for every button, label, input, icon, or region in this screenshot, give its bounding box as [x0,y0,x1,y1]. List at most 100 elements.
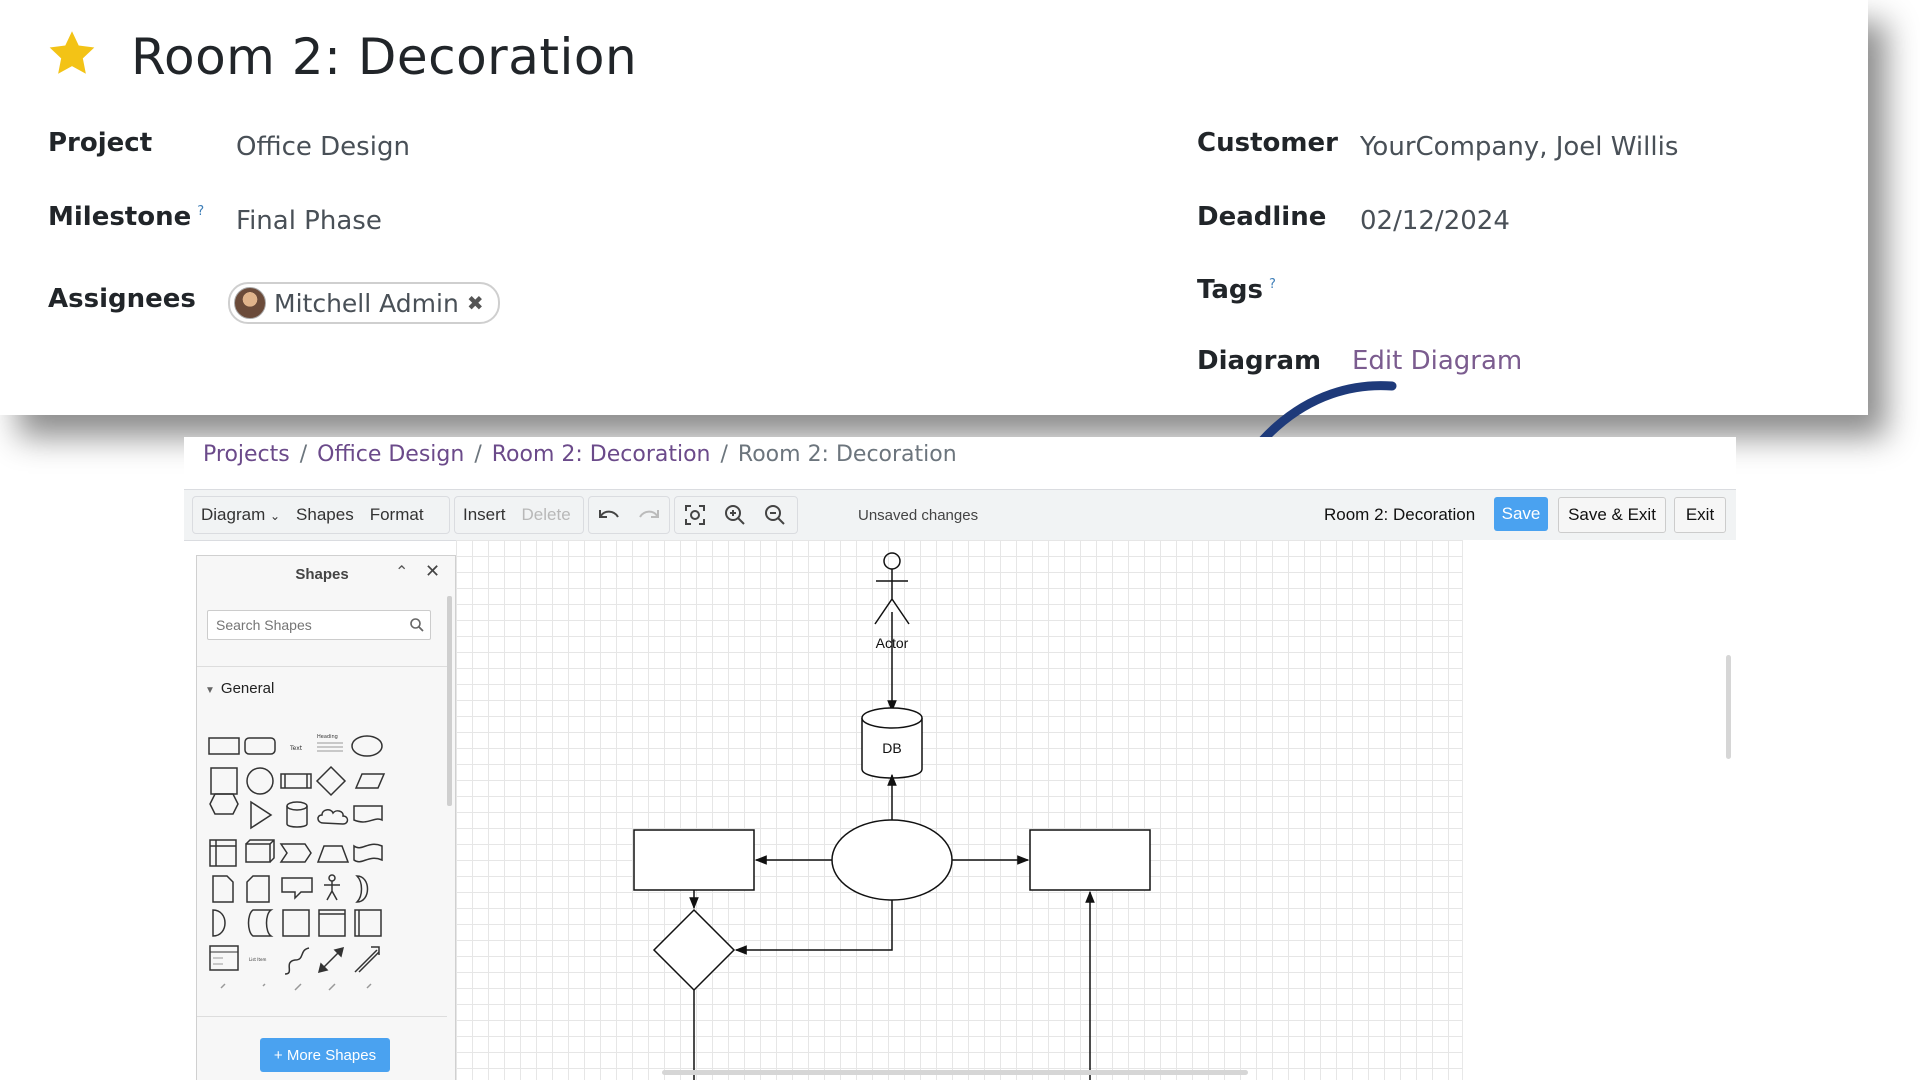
shape-heading[interactable]: Heading [317,734,343,752]
more-shapes-button[interactable]: + More Shapes [260,1038,390,1072]
shape-parallelogram[interactable] [354,773,386,789]
shape-swimlane[interactable] [354,909,382,937]
shape-or[interactable] [355,875,369,903]
horizontal-scrollbar[interactable] [662,1070,1248,1075]
diagram-name[interactable]: Room 2: Decoration [1324,505,1475,525]
shape-callout[interactable] [281,877,313,900]
search-icon[interactable] [409,617,425,633]
diagram-menu-label: Diagram [201,505,266,524]
close-icon[interactable]: ✕ [425,561,440,582]
breadcrumb-projects[interactable]: Projects [203,442,290,467]
shape-data-storage[interactable] [247,909,274,937]
shape-bidirectional-arrow[interactable] [317,946,345,974]
shape-rounded-rectangle[interactable] [244,737,276,755]
diagram-drawing: Actor DB [633,552,1151,1080]
shapes-panel-title: Shapes [295,566,349,583]
tags-label-text: Tags [1197,275,1264,305]
save-button[interactable]: Save [1494,497,1548,531]
shape-document[interactable] [353,805,383,823]
customer-value[interactable]: YourCompany, Joel Willis [1360,132,1678,162]
diagram-canvas[interactable]: Actor DB [456,540,1462,1080]
diagram-left-rectangle[interactable] [633,829,755,891]
search-shapes-input[interactable] [207,610,431,640]
breadcrumb-separator: / [299,442,308,467]
deadline-value[interactable]: 02/12/2024 [1360,206,1510,236]
shape-text[interactable]: Text [289,745,303,752]
insert-button[interactable]: Insert [455,505,514,525]
connector-ellipse-diamond[interactable] [734,900,893,955]
shape-container[interactable] [318,909,346,937]
undo-icon[interactable] [595,501,623,529]
breadcrumb-task[interactable]: Room 2: Decoration [492,442,711,467]
shape-process[interactable] [280,773,312,789]
shape-triangle[interactable] [250,800,273,830]
menu-group: Diagram ⌄ Shapes Format [192,496,450,534]
star-icon[interactable] [46,28,98,80]
shape-tape[interactable] [353,843,383,863]
category-general[interactable]: ▼ General [205,680,274,697]
delete-button[interactable]: Delete [514,505,579,525]
task-title[interactable]: Room 2: Decoration [131,28,637,86]
tags-label: Tags? [1197,275,1276,305]
shape-diamond[interactable] [315,765,347,797]
shape-hexagon[interactable] [209,793,239,815]
zoom-group [674,496,798,534]
deadline-label: Deadline [1197,202,1327,232]
shape-actor[interactable] [324,874,340,901]
canvas-margin [1462,540,1736,1080]
shape-frame[interactable] [282,909,310,937]
shapes-menu[interactable]: Shapes [288,505,362,525]
diagram-editor: Projects / Office Design / Room 2: Decor… [184,437,1736,1080]
assignee-name: Mitchell Admin [274,288,459,318]
milestone-label: Milestone? [48,202,204,232]
scrollbar[interactable] [447,596,452,806]
divider [197,1016,447,1017]
shape-ellipse[interactable] [351,735,383,757]
redo-icon[interactable] [635,501,663,529]
shape-step[interactable] [279,843,312,863]
breadcrumb-office-design[interactable]: Office Design [317,442,464,467]
chevron-down-icon: ⌄ [269,509,281,523]
exit-button[interactable]: Exit [1674,497,1726,533]
zoom-in-icon[interactable] [721,501,749,529]
shape-rectangle[interactable] [208,737,240,755]
shape-cloud[interactable] [317,809,349,825]
remove-assignee-icon[interactable]: ✖ [467,291,484,315]
shape-trapezoid[interactable] [316,845,350,863]
assignee-chip[interactable]: Mitchell Admin ✖ [228,282,500,324]
shape-square[interactable] [210,767,238,795]
tags-help-icon[interactable]: ? [1269,277,1276,292]
diagram-menu[interactable]: Diagram ⌄ [193,505,288,525]
shape-cube[interactable] [245,839,275,863]
shape-curve[interactable] [284,947,310,975]
diagram-diamond[interactable] [652,908,736,992]
shape-internal-storage[interactable] [209,839,237,867]
vertical-scrollbar[interactable] [1726,655,1731,759]
breadcrumb-current: Room 2: Decoration [737,442,957,467]
fit-icon[interactable] [681,501,709,529]
shape-circle[interactable] [246,767,274,795]
diagram-ellipse[interactable] [831,819,953,901]
editor-toolbar: Diagram ⌄ Shapes Format Insert Delete Un… [184,489,1736,541]
shapes-panel: Shapes ⌃ ✕ ▼ General Text Heading [196,555,456,1080]
milestone-value[interactable]: Final Phase [236,206,382,236]
diagram-right-rectangle[interactable] [1029,829,1151,891]
breadcrumb-separator: / [720,442,728,467]
diagram-db-label[interactable]: DB [882,740,901,756]
shape-arrow[interactable] [354,946,380,973]
history-group [588,496,670,534]
shape-list[interactable] [209,945,239,971]
shape-list-item[interactable]: List Item [249,957,266,962]
shape-card[interactable] [246,875,270,903]
shape-cylinder[interactable] [286,801,308,828]
assignees-label: Assignees [48,284,196,314]
shape-delay[interactable] [212,909,226,937]
shape-library: Text Heading List Item [208,734,386,991]
save-exit-button[interactable]: Save & Exit [1558,497,1666,533]
milestone-help-icon[interactable]: ? [197,204,204,219]
project-value[interactable]: Office Design [236,132,410,162]
zoom-out-icon[interactable] [761,501,789,529]
format-menu[interactable]: Format [362,505,432,525]
chevron-up-icon[interactable]: ⌃ [395,562,408,582]
shape-note[interactable] [212,875,234,903]
